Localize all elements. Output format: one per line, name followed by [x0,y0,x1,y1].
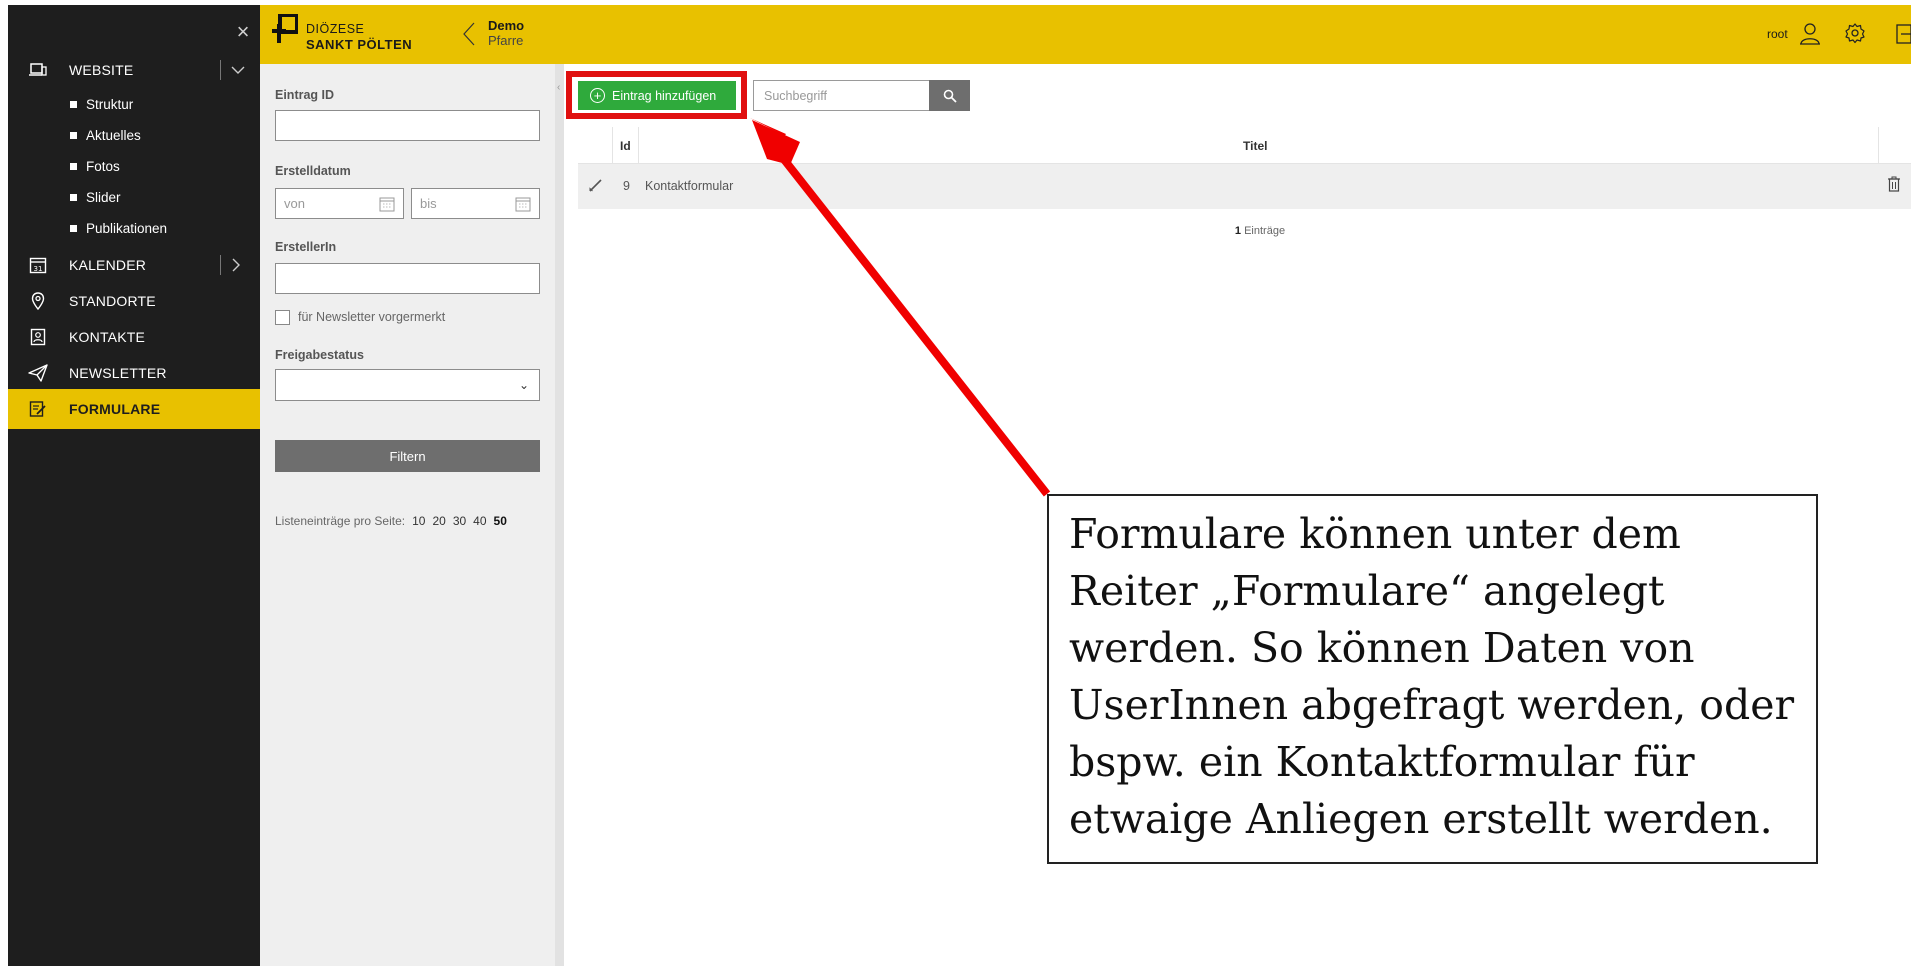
sidebar-item-website[interactable]: WEBSITE [8,50,260,90]
cell-id: 9 [623,179,630,193]
bullet-icon [70,162,77,170]
calendar-icon[interactable] [379,196,395,212]
subitem-label: Publikationen [86,220,168,236]
gear-icon[interactable] [1844,22,1866,44]
newsletter-checkbox-label: für Newsletter vorgermerkt [298,310,446,324]
entry-count-number: 1 [1234,225,1242,237]
date-to-placeholder: bis [420,196,437,211]
release-status-select[interactable]: ⌄ [275,369,540,401]
sidebar-item-kontakte[interactable]: KONTAKTE [8,317,260,357]
subitem-label: Slider [86,189,121,205]
site-type: Pfarre [488,33,524,48]
calendar-icon[interactable] [515,196,531,212]
bullet-icon [70,131,77,139]
table-row[interactable] [578,164,1911,209]
trash-icon[interactable] [1887,176,1901,192]
sidebar-item-label: NEWSLETTER [69,365,167,381]
per-page-option-30[interactable]: 30 [453,514,466,528]
entry-count-label: Einträge [1244,225,1286,237]
sidebar-subitem-aktuelles[interactable]: Aktuelles [70,120,141,150]
newsletter-checkbox[interactable] [275,310,290,325]
collapse-panel-icon[interactable]: ‹ [557,82,560,93]
sidebar-subitem-slider[interactable]: Slider [70,182,121,212]
sidebar: × WEBSITE Struktur Aktuelles Fotos Slide… [8,5,260,966]
column-header-id[interactable]: Id [620,139,631,153]
logo-line-2: SANKT PÖLTEN [306,37,413,52]
per-page-selector: Listeneinträge pro Seite: 10 20 30 40 50 [275,514,507,528]
sidebar-item-label: FORMULARE [69,401,161,417]
logo-mark-icon [272,14,298,43]
subitem-label: Fotos [86,158,120,174]
logout-icon[interactable] [1896,24,1911,44]
close-icon[interactable]: × [232,21,254,43]
entry-id-label: Eintrag ID [275,88,335,102]
filter-button[interactable]: Filtern [275,440,540,472]
sidebar-item-label: WEBSITE [69,62,134,78]
per-page-option-20[interactable]: 20 [432,514,445,528]
annotation-callout: Formulare können unter dem Reiter „Formu… [1047,494,1818,864]
svg-text:31: 31 [34,265,43,273]
map-pin-icon [28,291,48,311]
entry-id-input[interactable] [275,110,540,141]
chevron-down-icon[interactable] [220,60,245,80]
bullet-icon [70,100,77,108]
user-name[interactable]: root [1767,27,1788,41]
per-page-option-10[interactable]: 10 [412,514,425,528]
add-entry-button[interactable]: + Eintrag hinzufügen [578,81,736,110]
creator-label: ErstellerIn [275,240,337,254]
chevron-left-icon[interactable] [460,21,480,47]
entry-count: 1 Einträge [1200,225,1320,237]
subitem-label: Struktur [86,96,134,112]
sidebar-item-standorte[interactable]: STANDORTE [8,281,260,321]
date-to-input[interactable]: bis [411,188,540,219]
sidebar-item-label: KONTAKTE [69,329,146,345]
top-header: DIÖZESE SANKT PÖLTEN Demo Pfarre root [260,5,1911,64]
site-name: Demo [488,18,525,33]
pencil-icon[interactable] [588,177,604,193]
date-from-input[interactable]: von [275,188,404,219]
search-icon [943,89,957,103]
contact-card-icon [28,327,48,347]
sidebar-item-formulare[interactable]: FORMULARE [8,389,260,429]
form-edit-icon [28,399,48,419]
column-header-title[interactable]: Titel [1243,139,1267,153]
sidebar-item-label: KALENDER [69,257,147,273]
created-date-label: Erstelldatum [275,164,351,178]
creator-input[interactable] [275,263,540,294]
chevron-down-icon: ⌄ [518,378,529,392]
paper-plane-icon [28,363,48,383]
panel-divider[interactable] [555,64,564,966]
bullet-icon [70,193,77,201]
sidebar-item-kalender[interactable]: 31 KALENDER [8,245,260,285]
cell-title: Kontaktformular [645,179,734,193]
calendar-icon: 31 [28,255,48,275]
logo-line-1: DIÖZESE [306,22,365,36]
sidebar-item-newsletter[interactable]: NEWSLETTER [8,353,260,393]
per-page-option-50[interactable]: 50 [494,514,507,528]
add-entry-label: Eintrag hinzufügen [612,88,717,103]
date-from-placeholder: von [284,196,305,211]
subitem-label: Aktuelles [86,127,141,143]
per-page-option-40[interactable]: 40 [473,514,486,528]
laptop-icon [28,60,48,80]
sidebar-subitem-publikationen[interactable]: Publikationen [70,213,167,243]
release-status-label: Freigabestatus [275,348,364,362]
sidebar-subitem-fotos[interactable]: Fotos [70,151,120,181]
sidebar-item-label: STANDORTE [69,293,156,309]
diocese-logo[interactable]: DIÖZESE SANKT PÖLTEN [272,14,412,52]
search-input[interactable]: Suchbegriff [753,80,930,111]
chevron-right-icon[interactable] [220,255,241,275]
site-switcher[interactable]: Demo Pfarre [488,18,524,48]
bullet-icon [70,224,77,232]
sidebar-subitem-struktur[interactable]: Struktur [70,89,133,119]
plus-circle-icon: + [590,88,605,103]
per-page-label: Listeneinträge pro Seite: [275,514,406,528]
search-button[interactable] [929,80,970,111]
user-icon[interactable] [1798,21,1822,45]
